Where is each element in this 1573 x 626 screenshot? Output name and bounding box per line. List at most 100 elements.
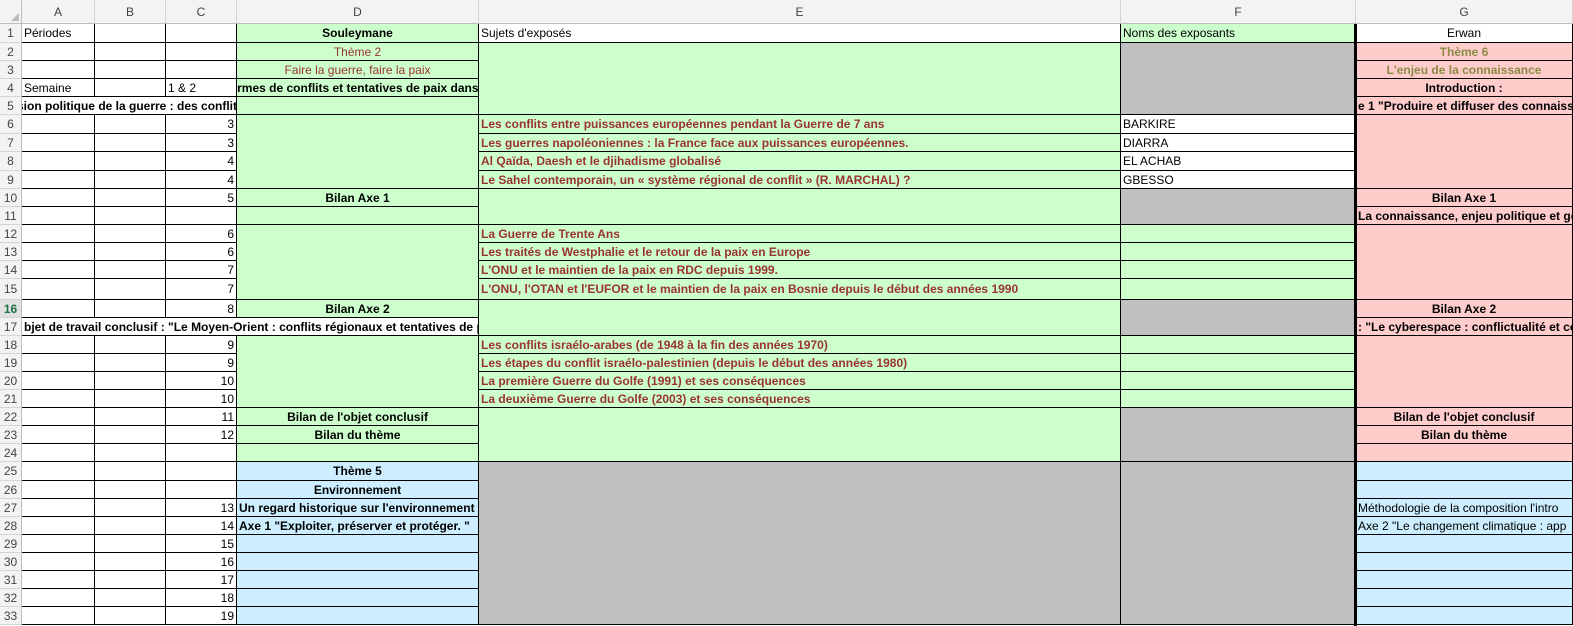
row-header-22[interactable]: 22: [0, 408, 22, 426]
row-header-13[interactable]: 13: [0, 243, 22, 261]
cell-e25[interactable]: [479, 462, 1121, 625]
cell-d30[interactable]: [237, 553, 479, 571]
cell-f21[interactable]: [1121, 390, 1356, 408]
cell-d5[interactable]: [237, 97, 479, 115]
cell-e15[interactable]: L'ONU, l'OTAN et l'EUFOR et le maintien …: [479, 279, 1121, 300]
cell-g2[interactable]: Thème 6: [1356, 43, 1573, 61]
cell-g26[interactable]: [1356, 481, 1573, 499]
cell-c28[interactable]: 14: [166, 517, 237, 535]
cell-f7[interactable]: DIARRA: [1121, 134, 1356, 152]
row-header-27[interactable]: 27: [0, 499, 22, 517]
cell-a11[interactable]: [22, 207, 95, 225]
cell-a12[interactable]: [22, 225, 95, 243]
cell-e14[interactable]: L'ONU et le maintien de la paix en RDC d…: [479, 261, 1121, 279]
cell-e10[interactable]: [479, 189, 1121, 225]
cell-c3[interactable]: [166, 61, 237, 79]
cell-e18[interactable]: Les conflits israélo-arabes (de 1948 à l…: [479, 336, 1121, 354]
column-header-c[interactable]: C: [166, 0, 237, 24]
cell-a22[interactable]: [22, 408, 95, 426]
cell-a4[interactable]: Semaine: [22, 79, 95, 97]
cell-a6[interactable]: [22, 115, 95, 134]
cell-b20[interactable]: [95, 372, 166, 390]
cell-g5[interactable]: e 1 "Produire et diffuser des connaissan: [1356, 97, 1573, 115]
cell-g22[interactable]: Bilan de l'objet conclusif: [1356, 408, 1573, 426]
cell-f15[interactable]: [1121, 279, 1356, 300]
cell-g10[interactable]: Bilan Axe 1: [1356, 189, 1573, 207]
cell-c4[interactable]: 1 & 2: [166, 79, 237, 97]
cell-a9[interactable]: [22, 171, 95, 189]
cell-e12[interactable]: La Guerre de Trente Ans: [479, 225, 1121, 243]
cell-c12[interactable]: 6: [166, 225, 237, 243]
cell-d10[interactable]: Bilan Axe 1: [237, 189, 479, 207]
cell-d1[interactable]: Souleymane: [237, 24, 479, 43]
cell-b29[interactable]: [95, 535, 166, 553]
cell-f18[interactable]: [1121, 336, 1356, 354]
cell-f8[interactable]: EL ACHAB: [1121, 152, 1356, 171]
cell-a1[interactable]: Périodes: [22, 24, 95, 43]
row-header-23[interactable]: 23: [0, 426, 22, 444]
cell-d24[interactable]: [237, 444, 479, 462]
row-header-2[interactable]: 2: [0, 43, 22, 61]
cell-a26[interactable]: [22, 481, 95, 499]
cell-f16[interactable]: [1121, 300, 1356, 336]
row-header-12[interactable]: 12: [0, 225, 22, 243]
cell-e1[interactable]: Sujets d'exposés: [479, 24, 1121, 43]
cell-a31[interactable]: [22, 571, 95, 589]
cell-b28[interactable]: [95, 517, 166, 535]
cell-e6[interactable]: Les conflits entre puissances européenne…: [479, 115, 1121, 134]
row-header-3[interactable]: 3: [0, 61, 22, 79]
cell-d33[interactable]: [237, 607, 479, 625]
cell-c6[interactable]: 3: [166, 115, 237, 134]
cell-g1[interactable]: Erwan: [1356, 24, 1573, 43]
cell-g16[interactable]: Bilan Axe 2: [1356, 300, 1573, 318]
cell-b4[interactable]: [95, 79, 166, 97]
cell-b27[interactable]: [95, 499, 166, 517]
cell-e7[interactable]: Les guerres napoléoniennes : la France f…: [479, 134, 1121, 152]
cell-d3[interactable]: Faire la guerre, faire la paix: [237, 61, 479, 79]
cell-b16[interactable]: [95, 300, 166, 318]
cell-c13[interactable]: 6: [166, 243, 237, 261]
row-header-11[interactable]: 11: [0, 207, 22, 225]
cell-g6[interactable]: [1356, 115, 1573, 189]
row-header-17[interactable]: 17: [0, 318, 22, 336]
cell-b33[interactable]: [95, 607, 166, 625]
row-header-25[interactable]: 25: [0, 462, 22, 481]
cell-b2[interactable]: [95, 43, 166, 61]
cell-c11[interactable]: [166, 207, 237, 225]
cell-a10[interactable]: [22, 189, 95, 207]
cell-a5-axe1[interactable]: Axe 1 «La dimension politique de la guer…: [22, 97, 237, 115]
cell-f2[interactable]: [1121, 43, 1356, 115]
cell-d16[interactable]: Bilan Axe 2: [237, 300, 479, 318]
cell-f20[interactable]: [1121, 372, 1356, 390]
cell-c26[interactable]: [166, 481, 237, 499]
cell-c10[interactable]: 5: [166, 189, 237, 207]
cell-g12[interactable]: [1356, 225, 1573, 300]
cell-e8[interactable]: Al Qaïda, Daesh et le djihadisme globali…: [479, 152, 1121, 171]
cell-c1[interactable]: [166, 24, 237, 43]
cell-d27[interactable]: Un regard historique sur l'environnement: [237, 499, 479, 517]
cell-c18[interactable]: 9: [166, 336, 237, 354]
cell-c14[interactable]: 7: [166, 261, 237, 279]
cell-a14[interactable]: [22, 261, 95, 279]
cell-a8[interactable]: [22, 152, 95, 171]
cell-b3[interactable]: [95, 61, 166, 79]
cell-c20[interactable]: 10: [166, 372, 237, 390]
cell-g18[interactable]: [1356, 336, 1573, 408]
cell-c19[interactable]: 9: [166, 354, 237, 372]
row-header-7[interactable]: 7: [0, 134, 22, 152]
cell-a32[interactable]: [22, 589, 95, 607]
cell-b18[interactable]: [95, 336, 166, 354]
cell-d31[interactable]: [237, 571, 479, 589]
column-header-g[interactable]: G: [1356, 0, 1573, 24]
cell-a19[interactable]: [22, 354, 95, 372]
cell-a33[interactable]: [22, 607, 95, 625]
column-header-d[interactable]: D: [237, 0, 479, 24]
cell-g4[interactable]: Introduction :: [1356, 79, 1573, 97]
cell-b23[interactable]: [95, 426, 166, 444]
row-header-9[interactable]: 9: [0, 171, 22, 189]
cell-c16[interactable]: 8: [166, 300, 237, 318]
cell-e9[interactable]: Le Sahel contemporain, un « système régi…: [479, 171, 1121, 189]
cell-b24[interactable]: [95, 444, 166, 462]
row-header-20[interactable]: 20: [0, 372, 22, 390]
cell-b11[interactable]: [95, 207, 166, 225]
